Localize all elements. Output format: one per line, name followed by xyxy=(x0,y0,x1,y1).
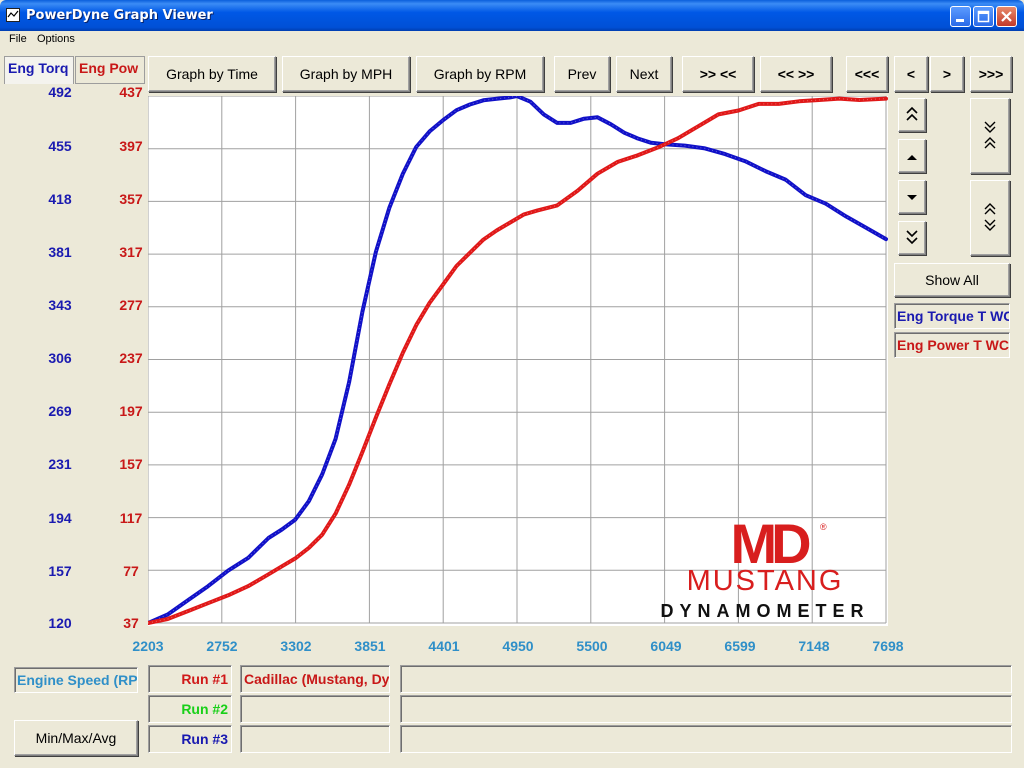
run-2-label[interactable]: Run #2 xyxy=(148,695,232,723)
minimize-button[interactable] xyxy=(950,6,971,27)
down-icon xyxy=(906,189,918,205)
down-button[interactable] xyxy=(898,180,926,214)
app-icon xyxy=(6,8,20,22)
run-1-label[interactable]: Run #1 xyxy=(148,665,232,693)
plot-area[interactable]: MD ® MUSTANG DYNAMOMETER xyxy=(148,96,888,626)
graph-by-time-button[interactable]: Graph by Time xyxy=(148,56,276,92)
y-left-tick: 157 xyxy=(48,563,72,579)
x-tick: 2752 xyxy=(206,638,238,654)
run-3-details xyxy=(400,725,1012,753)
x-tick: 3302 xyxy=(280,638,312,654)
double-up-icon xyxy=(905,106,919,125)
x-tick: 4950 xyxy=(502,638,534,654)
graph-by-rpm-button[interactable]: Graph by RPM xyxy=(416,56,544,92)
up-icon xyxy=(906,148,918,164)
y-left-tick: 381 xyxy=(48,244,72,260)
show-all-button[interactable]: Show All xyxy=(894,263,1010,297)
close-button[interactable] xyxy=(996,6,1017,27)
x-tick: 4401 xyxy=(428,638,460,654)
maximize-button[interactable] xyxy=(973,6,994,27)
next-button[interactable]: Next xyxy=(616,56,672,92)
y-left-tick: 492 xyxy=(48,84,72,100)
compress-vertical-icon xyxy=(983,120,997,153)
compress-vertical-button[interactable] xyxy=(970,98,1010,174)
zoom-out-button[interactable]: << >> xyxy=(760,56,832,92)
first-button[interactable]: <<< xyxy=(846,56,888,92)
y-left-tick: 418 xyxy=(48,191,72,207)
logo-line2: DYNAMOMETER xyxy=(661,601,870,621)
y-left-tick: 343 xyxy=(48,297,72,313)
y-left-tick: 455 xyxy=(48,138,72,154)
x-tick: 2203 xyxy=(132,638,164,654)
run-2-details xyxy=(400,695,1012,723)
tab-eng-torque[interactable]: Eng Torq xyxy=(4,56,74,84)
expand-vertical-icon xyxy=(983,202,997,235)
run-3-label[interactable]: Run #3 xyxy=(148,725,232,753)
tab-eng-power[interactable]: Eng Pow xyxy=(75,56,145,84)
run-1-details xyxy=(400,665,1012,693)
run-1-description[interactable]: Cadillac (Mustang, Dyno) xyxy=(240,665,390,693)
legend-torque[interactable]: Eng Torque T WC xyxy=(894,303,1010,329)
graph-by-mph-button[interactable]: Graph by MPH xyxy=(282,56,410,92)
menu-bar: File Options xyxy=(0,31,1024,49)
menu-options[interactable]: Options xyxy=(37,33,75,45)
logo-line1: MUSTANG xyxy=(687,565,844,597)
step-back-button[interactable]: < xyxy=(894,56,928,92)
last-button[interactable]: >>> xyxy=(970,56,1012,92)
window-title: PowerDyne Graph Viewer xyxy=(26,8,213,23)
y-left-tick: 194 xyxy=(48,510,72,526)
expand-vertical-button[interactable] xyxy=(970,180,1010,256)
x-tick: 5500 xyxy=(576,638,608,654)
double-down-icon xyxy=(905,229,919,248)
up-button[interactable] xyxy=(898,139,926,173)
min-max-avg-button[interactable]: Min/Max/Avg xyxy=(14,720,138,756)
menu-file[interactable]: File xyxy=(9,33,27,45)
x-tick: 7148 xyxy=(798,638,830,654)
legend-power[interactable]: Eng Power T WC xyxy=(894,332,1010,358)
x-tick: 6049 xyxy=(650,638,682,654)
y-left-tick: 120 xyxy=(48,615,72,631)
logo-registered: ® xyxy=(820,522,827,532)
double-down-button[interactable] xyxy=(898,221,926,255)
y-left-tick: 306 xyxy=(48,350,72,366)
prev-button[interactable]: Prev xyxy=(554,56,610,92)
step-forward-button[interactable]: > xyxy=(930,56,964,92)
x-tick: 7698 xyxy=(872,638,904,654)
x-tick: 3851 xyxy=(354,638,386,654)
double-up-button[interactable] xyxy=(898,98,926,132)
run-2-description[interactable] xyxy=(240,695,390,723)
title-bar[interactable]: PowerDyne Graph Viewer xyxy=(0,0,1024,31)
x-tick: 6599 xyxy=(724,638,756,654)
run-3-description[interactable] xyxy=(240,725,390,753)
y-left-tick: 231 xyxy=(48,456,72,472)
app-window: PowerDyne Graph Viewer File Options Eng … xyxy=(0,0,1024,768)
x-channel-field[interactable]: Engine Speed (RPM) xyxy=(14,667,138,693)
zoom-in-button[interactable]: >> << xyxy=(682,56,754,92)
y-left-tick: 269 xyxy=(48,403,72,419)
